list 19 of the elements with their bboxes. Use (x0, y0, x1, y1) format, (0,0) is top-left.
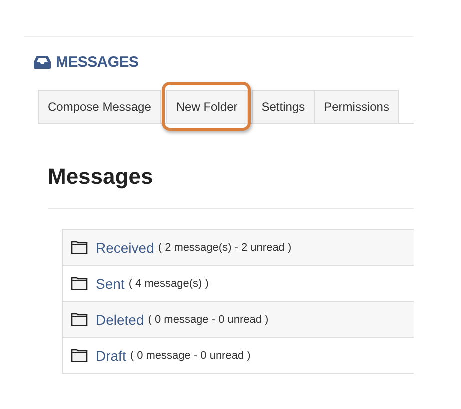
tab[interactable]: Settings (252, 90, 316, 123)
folder-link[interactable]: Sent (96, 276, 125, 292)
folder-link[interactable]: Received (96, 240, 154, 256)
folder-icon (71, 349, 88, 362)
folder-count: ( 0 message - 0 unread ) (130, 350, 251, 362)
tab[interactable]: Permissions (314, 90, 400, 123)
folder-link[interactable]: Deleted (96, 312, 144, 328)
tab[interactable]: New Folder (166, 90, 248, 123)
inbox-icon (34, 56, 51, 68)
page-heading: Messages (48, 164, 154, 190)
folder-count: ( 0 message - 0 unread ) (148, 314, 269, 326)
folder-icon (71, 241, 88, 254)
folder-count: ( 2 message(s) - 2 unread ) (158, 242, 292, 254)
folder-link[interactable]: Draft (96, 348, 126, 364)
folder-icon (71, 277, 88, 290)
tab[interactable]: Compose Message (38, 90, 162, 123)
section-title: MESSAGES (56, 54, 139, 70)
folder-count: ( 4 message(s) ) (128, 278, 209, 290)
folder-icon (71, 313, 88, 326)
